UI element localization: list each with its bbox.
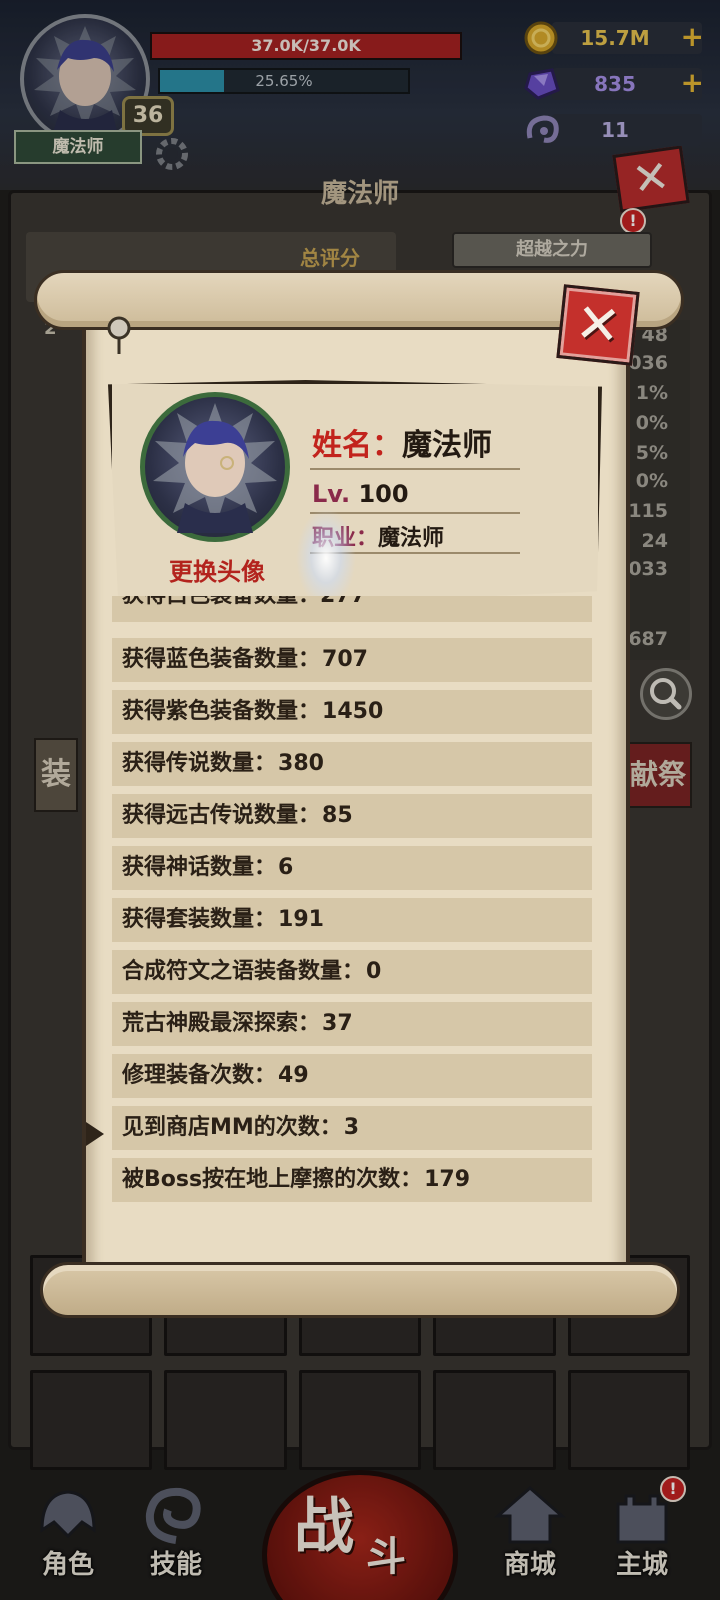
stat-row: 修理装备次数：49 <box>112 1054 592 1098</box>
stats-list: 获得蓝色装备数量：707 获得紫色装备数量：1450 获得传说数量：380 获得… <box>112 600 592 1220</box>
modal-close-button[interactable]: ✕ <box>556 284 640 366</box>
stat-row: 被Boss按在地上摩擦的次数：179 <box>112 1158 592 1202</box>
stat-row: 获得蓝色装备数量：707 <box>112 638 592 682</box>
stat-label: 获得蓝色装备数量： <box>122 647 321 672</box>
stat-label: 获得远古传说数量： <box>122 803 321 828</box>
stat-value: 1450 <box>322 699 384 724</box>
stat-row: 合成符文之语装备数量：0 <box>112 950 592 994</box>
stat-label: 合成符文之语装备数量： <box>122 959 365 984</box>
change-avatar-button[interactable]: 更换头像 <box>152 552 282 587</box>
stat-value: 3 <box>343 1115 360 1140</box>
name-key: 姓名： <box>312 428 402 463</box>
stat-value: 191 <box>278 907 324 932</box>
stat-row: 获得远古传说数量：85 <box>112 794 592 838</box>
profile-name: 姓名：魔法师 <box>312 420 492 464</box>
profile-level: Lv. 100 <box>312 480 409 508</box>
stat-value: 85 <box>322 803 353 828</box>
stat-value: 0 <box>366 959 382 984</box>
stat-label: 见到商店MM的次数： <box>122 1115 342 1140</box>
close-icon: ✕ <box>572 290 624 359</box>
name-value: 魔法师 <box>402 428 492 463</box>
stat-value: 707 <box>322 647 368 672</box>
stat-row: 获得神话数量：6 <box>112 846 592 890</box>
side-pointer-arrow <box>86 1122 104 1146</box>
stat-value: 6 <box>278 855 294 880</box>
stat-row: 荒古神殿最深探索：37 <box>112 1002 592 1046</box>
profile-avatar[interactable] <box>140 392 290 542</box>
stat-label: 修理装备次数： <box>122 1063 277 1088</box>
stat-label: 获得神话数量： <box>122 855 277 880</box>
stat-row: 获得套装数量：191 <box>112 898 592 942</box>
level-value: 100 <box>358 480 409 508</box>
stat-label: 被Boss按在地上摩擦的次数： <box>122 1167 423 1192</box>
stat-value: 37 <box>322 1011 353 1036</box>
stat-value: 380 <box>278 751 324 776</box>
job-value: 魔法师 <box>378 526 445 551</box>
sparkle-effect <box>296 508 356 608</box>
stat-value: 179 <box>424 1167 471 1192</box>
stat-label: 荒古神殿最深探索： <box>122 1011 321 1036</box>
mage-avatar-icon <box>153 403 277 533</box>
stat-label: 获得传说数量： <box>122 751 277 776</box>
stat-label: 获得套装数量： <box>122 907 277 932</box>
stat-row: 获得紫色装备数量：1450 <box>112 690 592 734</box>
level-key: Lv. <box>312 480 351 508</box>
stat-label: 获得紫色装备数量： <box>122 699 321 724</box>
divider <box>310 468 520 470</box>
stat-value: 49 <box>278 1063 309 1088</box>
scroll-bottom-roll <box>40 1262 680 1318</box>
pin-icon <box>107 316 131 354</box>
stat-row: 见到商店MM的次数：3 <box>112 1106 592 1150</box>
stat-row: 获得传说数量：380 <box>112 742 592 786</box>
